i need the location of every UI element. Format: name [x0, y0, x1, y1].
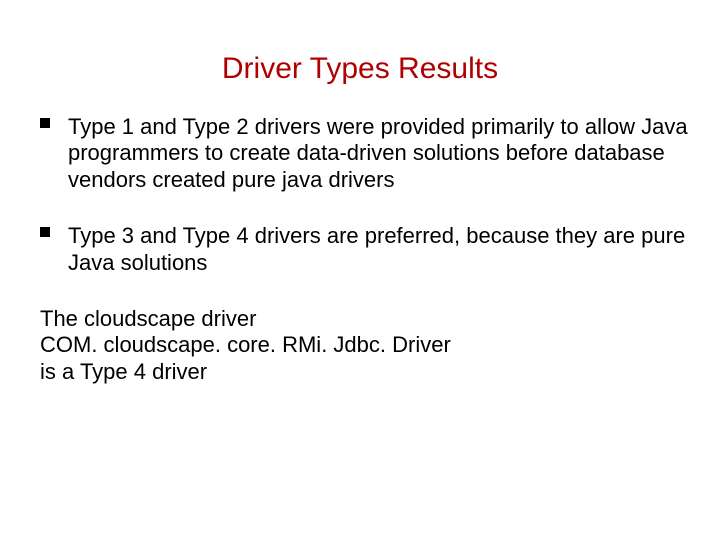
- slide: Driver Types Results Type 1 and Type 2 d…: [0, 0, 720, 540]
- square-bullet-icon: [40, 118, 50, 128]
- slide-title: Driver Types Results: [30, 52, 690, 86]
- list-item: Type 1 and Type 2 drivers were provided …: [40, 114, 690, 193]
- bullet-text: Type 1 and Type 2 drivers were provided …: [68, 114, 688, 192]
- square-bullet-icon: [40, 227, 50, 237]
- footer-line: The cloudscape driver: [40, 306, 690, 332]
- list-item: Type 3 and Type 4 drivers are preferred,…: [40, 223, 690, 276]
- footer-line: COM. cloudscape. core. RMi. Jdbc. Driver: [40, 332, 690, 358]
- bullet-text: Type 3 and Type 4 drivers are preferred,…: [68, 223, 685, 274]
- bullet-list: Type 1 and Type 2 drivers were provided …: [40, 114, 690, 276]
- footer-text-block: The cloudscape driver COM. cloudscape. c…: [40, 306, 690, 385]
- footer-line: is a Type 4 driver: [40, 359, 690, 385]
